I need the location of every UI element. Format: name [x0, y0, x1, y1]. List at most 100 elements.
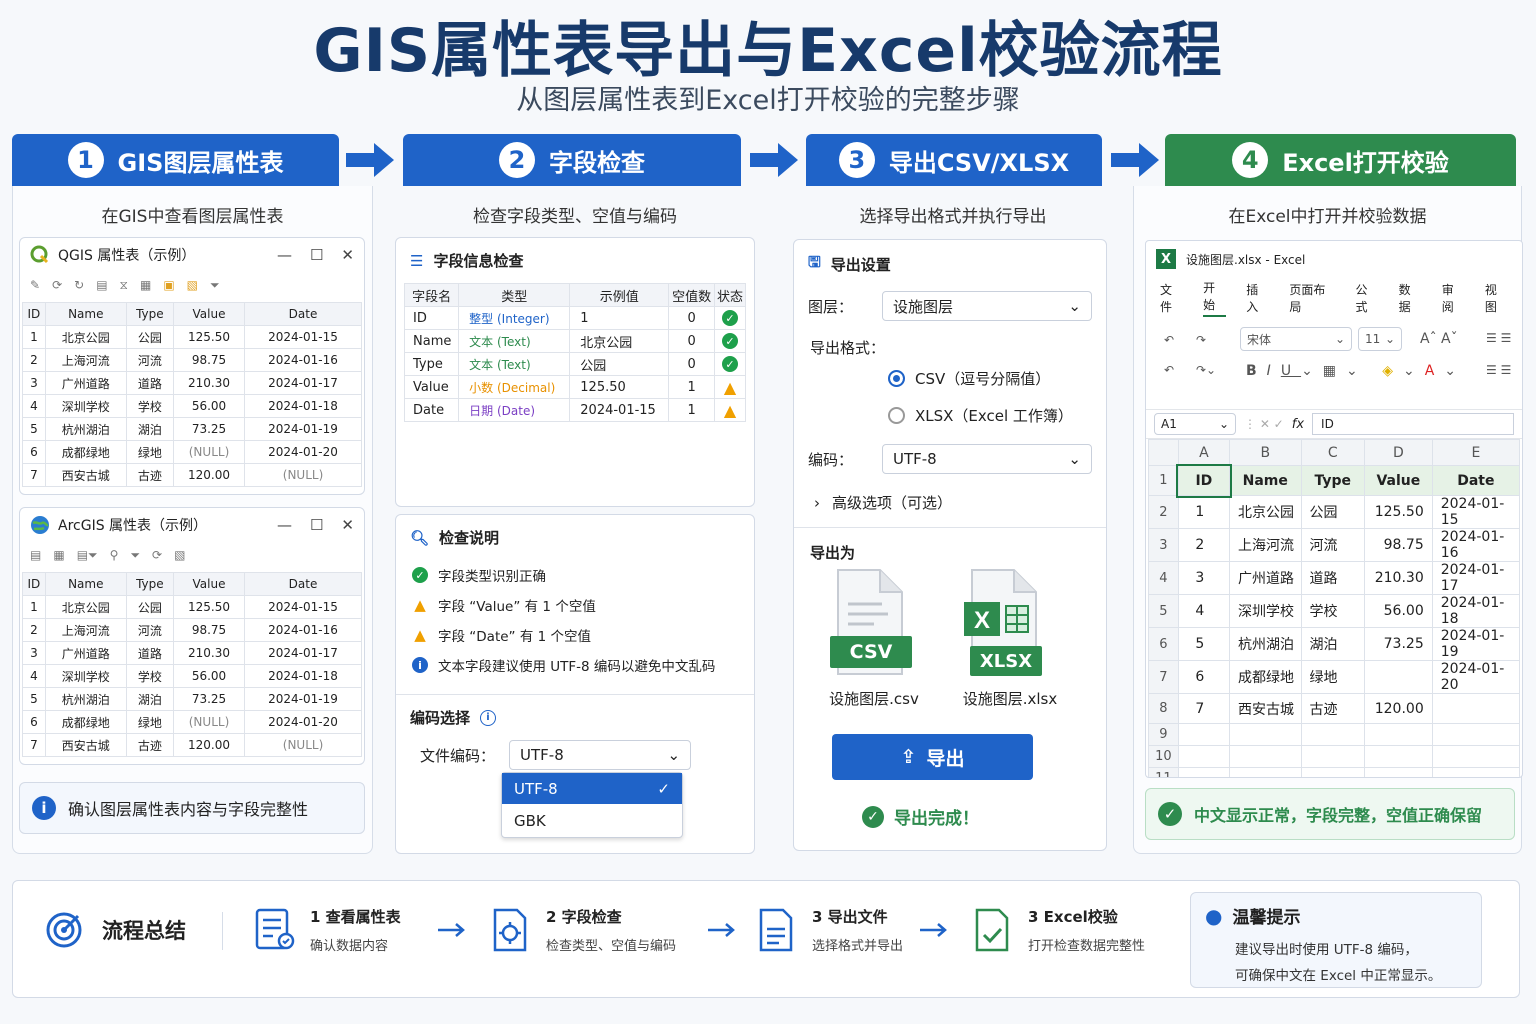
grid-cell[interactable] [1431, 693, 1521, 724]
column-header[interactable]: Type [125, 302, 174, 326]
corner-cell[interactable] [1148, 439, 1179, 466]
grid-cell[interactable] [1431, 723, 1521, 746]
grid-cell[interactable] [1431, 767, 1521, 777]
redo-icon[interactable]: ↷⌄ [1196, 363, 1216, 377]
grid-cell[interactable]: 210.30 [1363, 561, 1433, 595]
column-header[interactable]: Date [244, 572, 362, 596]
grid-cell[interactable] [1300, 745, 1365, 768]
grid-cell[interactable] [1177, 745, 1231, 768]
ribbon-tab-7[interactable]: 视图 [1485, 281, 1508, 315]
format-xlsx-radio[interactable]: XLSX（Excel 工作簿） [794, 393, 1106, 430]
grid-cell[interactable] [1229, 745, 1302, 768]
table-row[interactable]: 7 西安古城 古迹 120.00 (NULL) [22, 733, 362, 757]
grid-cell[interactable]: 学校 [1300, 594, 1365, 628]
grid-cell[interactable]: 绿地 [1300, 660, 1365, 694]
row-number[interactable]: 8 [1148, 693, 1179, 724]
grid-cell[interactable]: 2024-01-18 [1431, 594, 1521, 628]
grid-cell[interactable] [1177, 723, 1231, 746]
xlsx-file-option[interactable]: X XLSX 设施图层.xlsx [962, 568, 1057, 708]
grid-cell[interactable]: 2024-01-20 [1431, 660, 1521, 694]
font-select[interactable]: 宋体 ⌄ [1240, 327, 1352, 351]
grid-cell[interactable] [1431, 745, 1521, 768]
header-cell[interactable]: Type [1300, 465, 1365, 496]
ribbon-tab-4[interactable]: 公式 [1356, 281, 1379, 315]
export-button[interactable]: ⇪ 导出 [832, 734, 1033, 780]
grid-cell[interactable]: 7 [1177, 693, 1231, 724]
column-header[interactable]: Date [244, 302, 362, 326]
ribbon-tab-5[interactable]: 数据 [1399, 281, 1422, 315]
export-encoding-select[interactable]: UTF-8 ⌄ [882, 444, 1092, 474]
column-letter[interactable]: D [1363, 439, 1433, 466]
grid-cell[interactable]: 2024-01-16 [1431, 528, 1521, 562]
grid-cell[interactable] [1177, 767, 1231, 777]
table-icon[interactable]: ▦ [140, 278, 151, 292]
column-letter[interactable]: A [1177, 439, 1231, 466]
undo-icon[interactable]: ↶ [1164, 363, 1174, 377]
grid-cell[interactable] [1363, 745, 1433, 768]
table-row[interactable]: 3 广州道路 道路 210.30 2024-01-17 [22, 641, 362, 665]
grid-cell[interactable] [1363, 660, 1433, 694]
font-grow-icon[interactable]: Aˆ Aˇ [1420, 331, 1458, 347]
select-by-attributes-icon[interactable]: ▦ [53, 548, 64, 562]
grid-cell[interactable] [1300, 723, 1365, 746]
grid-cell[interactable]: 湖泊 [1300, 627, 1365, 661]
row-number[interactable]: 11 [1148, 767, 1179, 777]
align-icon[interactable]: ☰ ☰ [1486, 331, 1511, 345]
redo-icon[interactable]: ↷ [1196, 333, 1206, 347]
maximize-icon[interactable]: ☐ [310, 516, 323, 534]
table-row[interactable]: 3 广州道路 道路 210.30 2024-01-17 [22, 371, 362, 395]
format-icons[interactable]: BIU⌄▦⌄ ◈⌄A⌄ [1246, 363, 1466, 379]
close-icon[interactable]: ✕ [341, 246, 354, 264]
row-number[interactable]: 6 [1148, 627, 1179, 661]
ribbon-tab-0[interactable]: 文件 [1160, 281, 1183, 315]
table-options-icon[interactable]: ▤ [30, 548, 41, 562]
column-header[interactable]: Type [125, 572, 174, 596]
table-row[interactable]: 5 杭州湖泊 湖泊 73.25 2024-01-19 [22, 417, 362, 441]
copy-icon[interactable]: ▧ [187, 278, 198, 292]
header-cell[interactable]: Name [1229, 465, 1302, 496]
close-icon[interactable]: ✕ [341, 516, 354, 534]
encoding-option-utf8[interactable]: UTF-8 ✓ [502, 773, 682, 804]
grid-cell[interactable]: 120.00 [1363, 693, 1433, 724]
grid-cell[interactable]: 73.25 [1363, 627, 1433, 661]
refresh-icon[interactable]: ⟳ [52, 278, 62, 292]
grid-cell[interactable] [1363, 767, 1433, 777]
grid-cell[interactable]: 2024-01-19 [1431, 627, 1521, 661]
grid-cell[interactable] [1229, 723, 1302, 746]
ribbon-tab-6[interactable]: 审阅 [1442, 281, 1465, 315]
grid-cell[interactable]: 北京公园 [1229, 495, 1302, 529]
table-row[interactable]: 6 成都绿地 绿地 (NULL) 2024-01-20 [22, 440, 362, 464]
column-header[interactable]: Name [44, 302, 127, 326]
switch-selection-icon[interactable]: ⚲ [110, 548, 119, 562]
row-number[interactable]: 5 [1148, 594, 1179, 628]
reload-icon[interactable]: ↻ [74, 278, 84, 292]
grid-cell[interactable]: 公园 [1300, 495, 1365, 529]
minimize-icon[interactable]: — [277, 516, 292, 534]
grid-cell[interactable]: 4 [1177, 594, 1231, 628]
table-row[interactable]: 6 成都绿地 绿地 (NULL) 2024-01-20 [22, 710, 362, 734]
zoom-table-icon[interactable]: ▧ [174, 548, 185, 562]
grid-cell[interactable]: 古迹 [1300, 693, 1365, 724]
undo-icon[interactable]: ↶ [1164, 333, 1174, 347]
column-header[interactable]: Value [172, 572, 246, 596]
filter-icon[interactable]: ⏷ [210, 278, 220, 293]
table-row[interactable]: 1 北京公园 公园 125.50 2024-01-15 [22, 325, 362, 349]
grid-cell[interactable]: 5 [1177, 627, 1231, 661]
encoding-option-gbk[interactable]: GBK [502, 804, 682, 837]
ribbon-tab-3[interactable]: 页面布局 [1289, 281, 1335, 315]
format-csv-radio[interactable]: CSV（逗号分隔值） [794, 364, 1106, 393]
grid-cell[interactable]: 1 [1177, 495, 1231, 529]
layer-select[interactable]: 设施图层 ⌄ [882, 291, 1092, 321]
row-number[interactable]: 2 [1148, 495, 1179, 529]
csv-file-option[interactable]: CSV 设施图层.csv [828, 568, 919, 708]
ribbon-tab-1[interactable]: 开始 [1203, 279, 1227, 317]
grid-cell[interactable] [1363, 723, 1433, 746]
table-row[interactable]: 1 北京公园 公园 125.50 2024-01-15 [22, 595, 362, 619]
grid-cell[interactable]: 上海河流 [1229, 528, 1302, 562]
select-all-icon[interactable]: ▤⏷ [77, 548, 98, 563]
font-size-select[interactable]: 11 ⌄ [1358, 327, 1402, 351]
grid-cell[interactable]: 成都绿地 [1229, 660, 1302, 694]
name-box[interactable]: A1 ⌄ [1154, 413, 1236, 435]
grid-cell[interactable]: 2 [1177, 528, 1231, 562]
grid-cell[interactable] [1300, 767, 1365, 777]
